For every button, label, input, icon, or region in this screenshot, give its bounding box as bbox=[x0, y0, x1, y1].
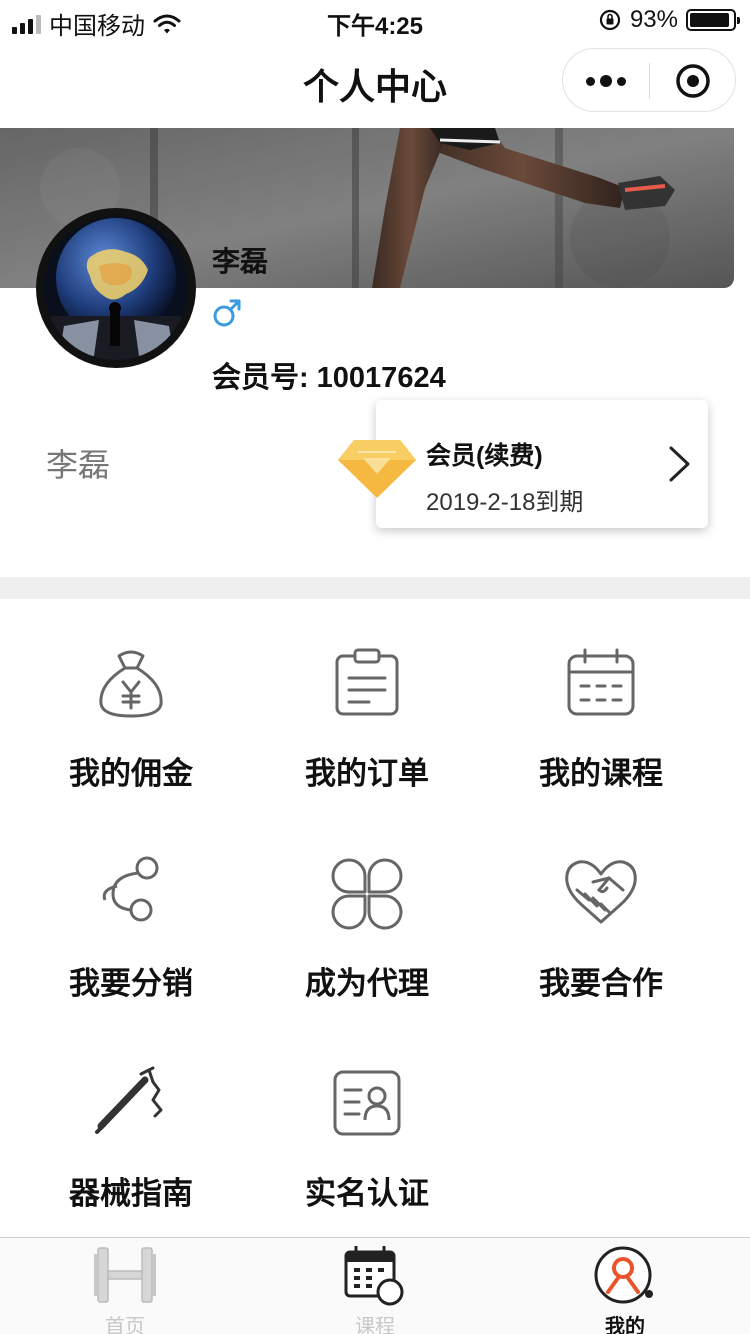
member-number-label: 会员号: bbox=[212, 362, 309, 394]
menu-label: 我的订单 bbox=[305, 756, 429, 791]
user-avatar-icon bbox=[594, 1244, 656, 1306]
member-number-value: 10017624 bbox=[316, 362, 446, 394]
tab-me[interactable]: 我的 bbox=[500, 1238, 750, 1334]
calendar-icon bbox=[563, 646, 639, 722]
clipboard-icon bbox=[329, 646, 405, 722]
member-number: 会员号: 10017624 bbox=[212, 354, 454, 396]
chevron-right-icon bbox=[666, 444, 694, 489]
section-divider bbox=[0, 577, 750, 599]
status-right: 93% bbox=[598, 6, 740, 34]
nav-bar: 个人中心 bbox=[0, 40, 750, 128]
tab-label: 我的 bbox=[605, 1316, 645, 1334]
menu-label: 实名认证 bbox=[305, 1176, 429, 1211]
rotation-lock-icon bbox=[599, 9, 621, 31]
male-gender-icon bbox=[212, 296, 244, 335]
diamond-icon bbox=[336, 438, 418, 505]
menu-label: 我要合作 bbox=[539, 966, 663, 1001]
profile-name: 李磊 bbox=[212, 246, 269, 277]
share-icon bbox=[93, 856, 169, 932]
avatar-image bbox=[44, 216, 188, 360]
menu-item-commission[interactable]: 我的佣金 bbox=[6, 646, 256, 796]
course-calendar-icon bbox=[344, 1244, 406, 1306]
battery-fill bbox=[690, 13, 730, 27]
tab-home[interactable]: 首页 bbox=[0, 1238, 250, 1334]
tab-label: 首页 bbox=[105, 1316, 145, 1334]
menu-item-agent[interactable]: 成为代理 bbox=[242, 856, 492, 1006]
mini-program-capsule bbox=[562, 48, 736, 112]
battery-icon bbox=[686, 9, 740, 31]
tab-bar: 首页 课程 我的 bbox=[0, 1237, 750, 1334]
tab-courses[interactable]: 课程 bbox=[250, 1238, 500, 1334]
close-target-icon[interactable] bbox=[650, 49, 736, 113]
menu-label: 我要分销 bbox=[69, 966, 193, 1001]
dumbbell-icon bbox=[94, 1244, 156, 1306]
menu-item-courses[interactable]: 我的课程 bbox=[476, 646, 726, 796]
menu-item-equipment-guide[interactable]: 器械指南 bbox=[6, 1066, 256, 1216]
tab-label: 课程 bbox=[355, 1316, 395, 1334]
handshake-icon bbox=[563, 856, 639, 932]
membership-card[interactable]: 会员(续费) 2019-2-18到期 bbox=[376, 400, 708, 528]
menu-item-real-name-verification[interactable]: 实名认证 bbox=[242, 1066, 492, 1216]
menu-label: 我的佣金 bbox=[69, 756, 193, 791]
menu-item-orders[interactable]: 我的订单 bbox=[242, 646, 492, 796]
membership-title: 会员(续费) bbox=[426, 442, 543, 470]
membership-expiry: 2019-2-18到期 bbox=[426, 489, 584, 516]
avatar[interactable] bbox=[36, 208, 196, 368]
battery-percent: 93% bbox=[629, 6, 678, 33]
status-bar: 中国移动 下午4:25 93% bbox=[0, 0, 750, 40]
money-bag-icon bbox=[93, 646, 169, 722]
menu-item-cooperation[interactable]: 我要合作 bbox=[476, 856, 726, 1006]
barbell-icon bbox=[93, 1066, 169, 1142]
clover-icon bbox=[329, 856, 405, 932]
more-dots-icon[interactable] bbox=[563, 49, 649, 113]
menu-item-distribution[interactable]: 我要分销 bbox=[6, 856, 256, 1006]
id-card-icon bbox=[329, 1066, 405, 1142]
menu-label: 器械指南 bbox=[69, 1176, 193, 1211]
menu-label: 我的课程 bbox=[539, 756, 663, 791]
menu-label: 成为代理 bbox=[305, 966, 429, 1001]
display-name: 李磊 bbox=[46, 447, 111, 483]
